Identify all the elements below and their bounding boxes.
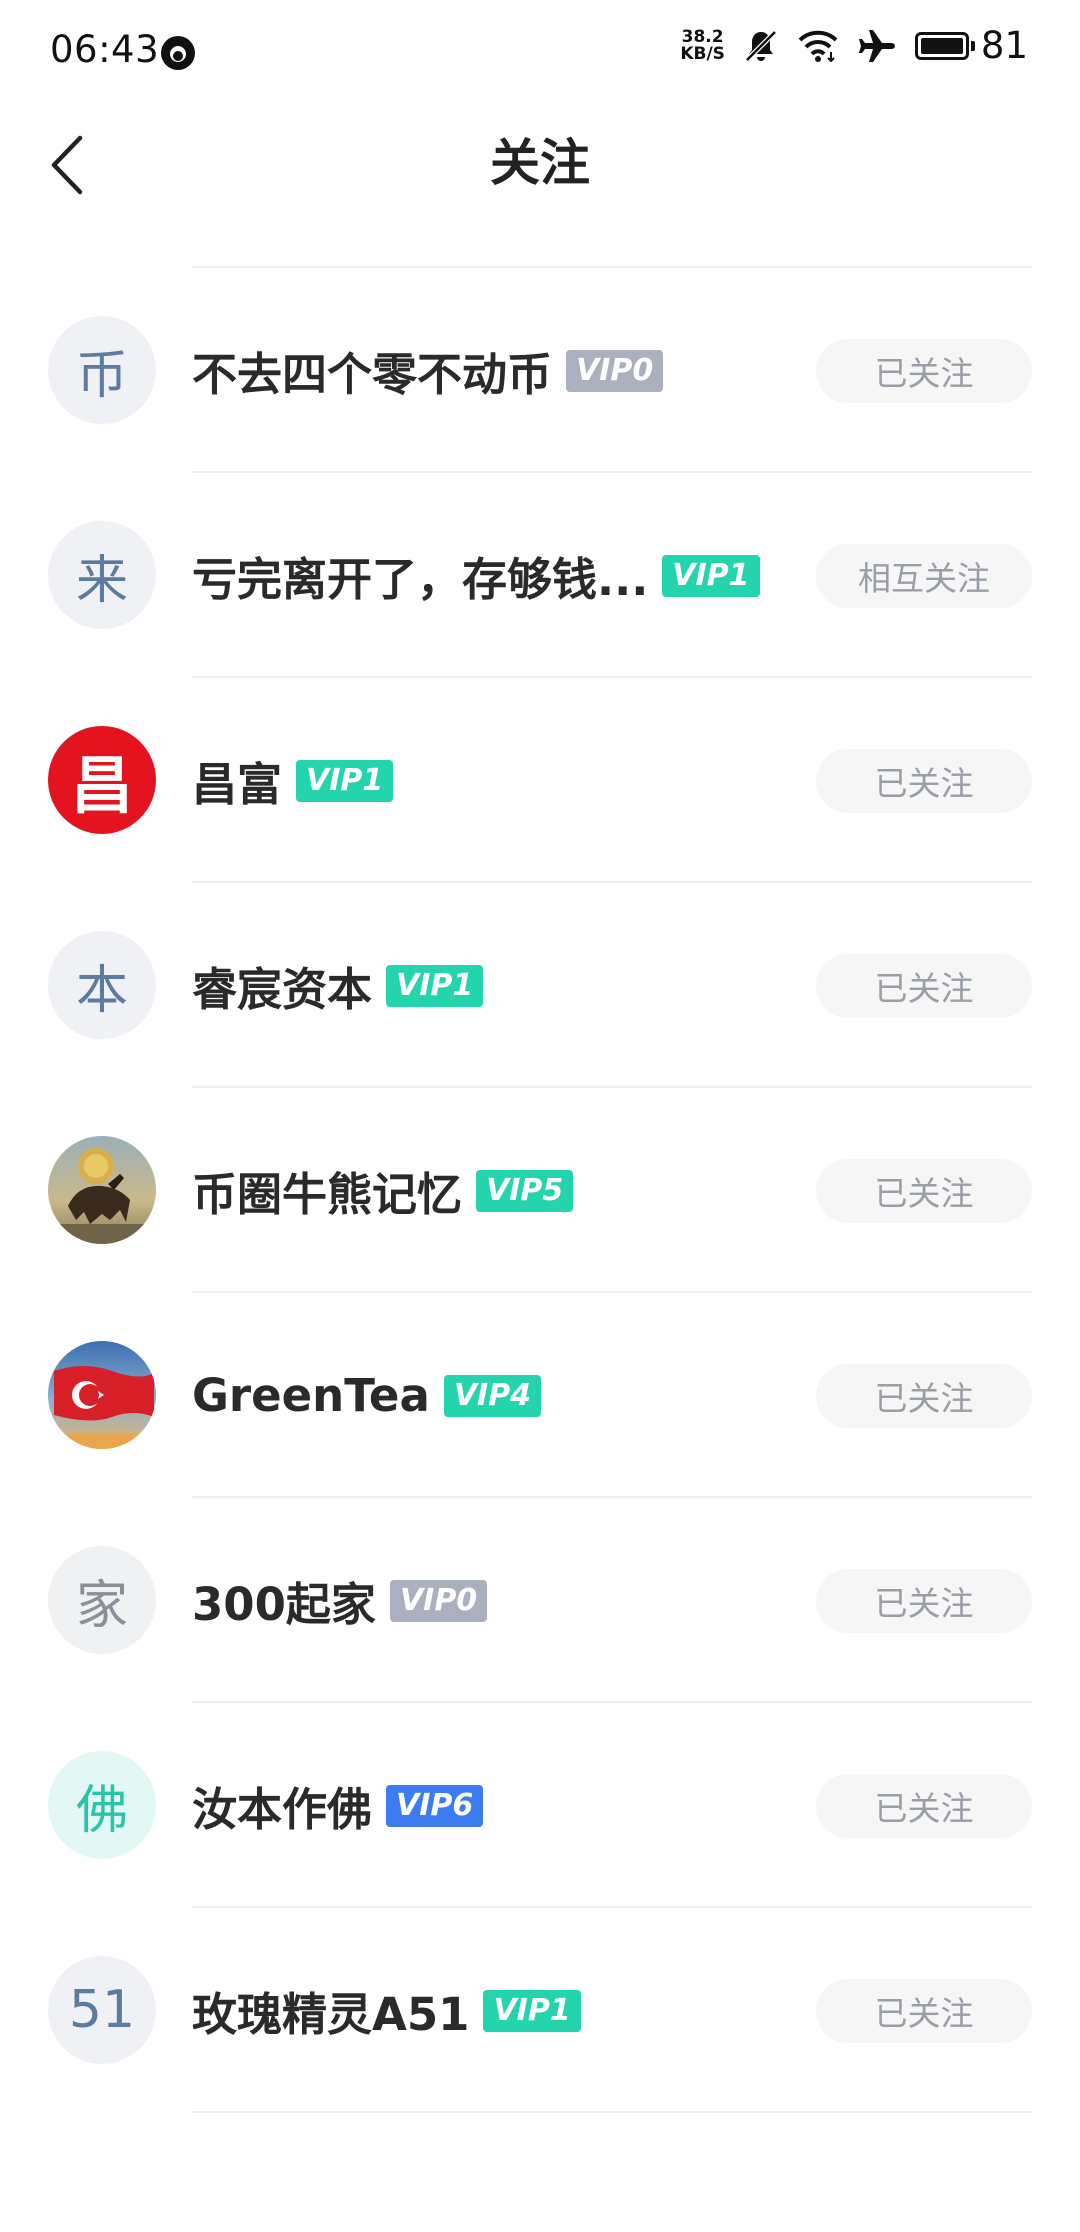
- app-header: 关注: [0, 105, 1080, 235]
- mute-bell-icon: [745, 29, 777, 62]
- net-speed-value: 38.2: [681, 26, 724, 47]
- user-name[interactable]: 亏完离开了，存够钱...: [192, 543, 648, 608]
- status-bar: 06:43 38.2 KB/S 81: [0, 0, 1080, 105]
- list-item[interactable]: 币 不去四个零不动币 VIP0 已关注: [0, 268, 1080, 473]
- vip-badge: VIP1: [386, 964, 484, 1007]
- follow-status-button[interactable]: 已关注: [816, 1364, 1032, 1428]
- wifi-icon: [798, 30, 838, 62]
- avatar[interactable]: 币: [48, 316, 156, 424]
- list-item[interactable]: 本 睿宸资本 VIP1 已关注: [0, 883, 1080, 1088]
- avatar[interactable]: 来: [48, 521, 156, 629]
- vip-badge: VIP1: [296, 759, 394, 802]
- status-icons: 38.2 KB/S 81: [680, 24, 1028, 67]
- vip-badge: VIP5: [476, 1169, 574, 1212]
- follow-status-button[interactable]: 已关注: [816, 1159, 1032, 1223]
- follow-list: 币 不去四个零不动币 VIP0 已关注 来 亏完离开了，存够钱... VIP1 …: [0, 268, 1080, 2113]
- net-speed-unit: KB/S: [680, 43, 725, 64]
- divider: [192, 2111, 1032, 2113]
- page-title: 关注: [490, 134, 590, 192]
- battery-icon: [914, 31, 969, 60]
- net-speed: 38.2 KB/S: [680, 26, 725, 64]
- user-name[interactable]: 汝本作佛: [192, 1773, 372, 1838]
- follow-status-button[interactable]: 已关注: [816, 339, 1032, 403]
- vip-badge: VIP4: [443, 1374, 542, 1417]
- avatar[interactable]: 佛: [48, 1751, 156, 1859]
- follow-status-button[interactable]: 已关注: [816, 954, 1032, 1018]
- mutual-follow-button[interactable]: 相互关注: [816, 544, 1032, 608]
- list-item[interactable]: 51 玫瑰精灵A51 VIP1 已关注: [0, 1908, 1080, 2113]
- notification-indicator-icon: [161, 36, 195, 70]
- battery-level: 81: [980, 24, 1028, 67]
- avatar[interactable]: 51: [48, 1956, 156, 2064]
- list-item[interactable]: 家 300起家 VIP0 已关注: [0, 1498, 1080, 1703]
- bull-painting-image: [48, 1136, 156, 1244]
- list-item[interactable]: 来 亏完离开了，存够钱... VIP1 相互关注: [0, 473, 1080, 678]
- list-item[interactable]: 佛 汝本作佛 VIP6 已关注: [0, 1703, 1080, 1908]
- user-name[interactable]: 币圈牛熊记忆: [192, 1158, 462, 1223]
- list-item[interactable]: 昌 昌富 VIP1 已关注: [0, 678, 1080, 883]
- user-name[interactable]: 睿宸资本: [192, 953, 372, 1018]
- follow-status-button[interactable]: 已关注: [816, 1569, 1032, 1633]
- user-name[interactable]: 玫瑰精灵A51: [192, 1978, 469, 2043]
- vip-badge: VIP0: [566, 349, 664, 392]
- user-name[interactable]: 昌富: [192, 748, 282, 813]
- avatar[interactable]: 本: [48, 931, 156, 1039]
- list-item[interactable]: 币圈牛熊记忆 VIP5 已关注: [0, 1088, 1080, 1293]
- vip-badge: VIP1: [662, 554, 760, 597]
- user-name[interactable]: 300起家: [192, 1568, 376, 1633]
- turkish-flag-image: [48, 1341, 156, 1449]
- user-name[interactable]: GreenTea: [192, 1369, 430, 1422]
- airplane-icon: [858, 29, 895, 62]
- avatar-image[interactable]: [48, 1341, 156, 1449]
- user-name[interactable]: 不去四个零不动币: [192, 338, 552, 403]
- avatar[interactable]: 家: [48, 1546, 156, 1654]
- avatar-image[interactable]: [48, 1136, 156, 1244]
- vip-badge: VIP6: [386, 1784, 484, 1827]
- status-time: 06:43: [50, 28, 160, 71]
- vip-badge: VIP0: [389, 1579, 488, 1622]
- follow-status-button[interactable]: 已关注: [816, 1774, 1032, 1838]
- list-item[interactable]: GreenTea VIP4 已关注: [0, 1293, 1080, 1498]
- follow-status-button[interactable]: 已关注: [816, 749, 1032, 813]
- vip-badge: VIP1: [483, 1989, 581, 2032]
- follow-status-button[interactable]: 已关注: [816, 1979, 1032, 2043]
- avatar[interactable]: 昌: [48, 726, 156, 834]
- battery-indicator: 81: [914, 24, 1028, 67]
